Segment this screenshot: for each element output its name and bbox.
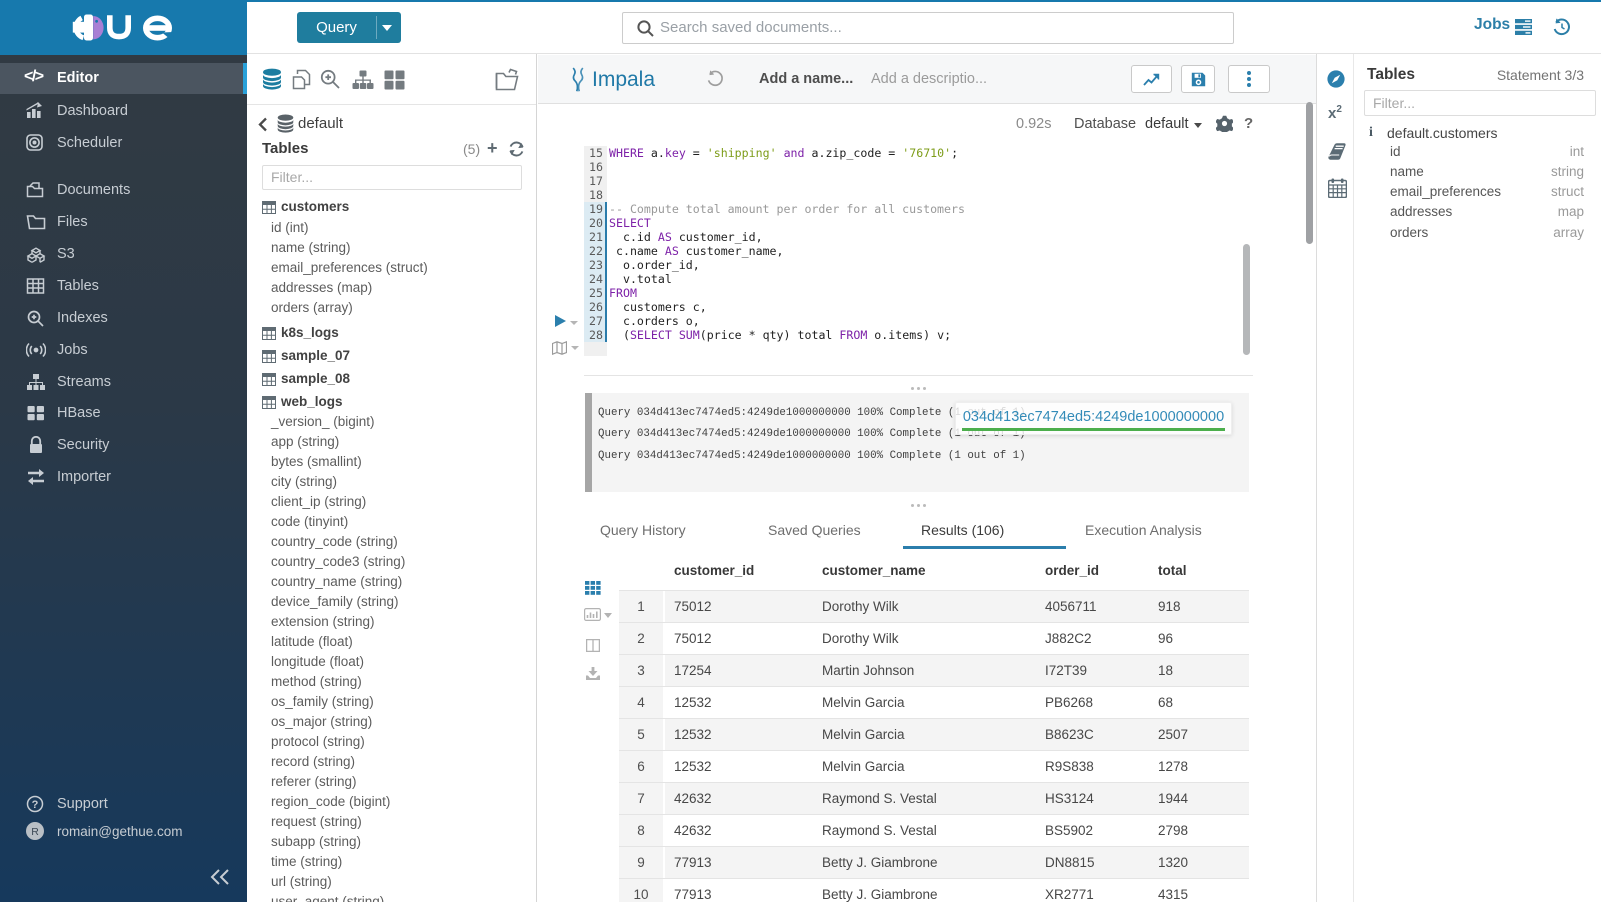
svg-text:R: R (31, 826, 39, 838)
svg-text:?: ? (32, 799, 39, 811)
